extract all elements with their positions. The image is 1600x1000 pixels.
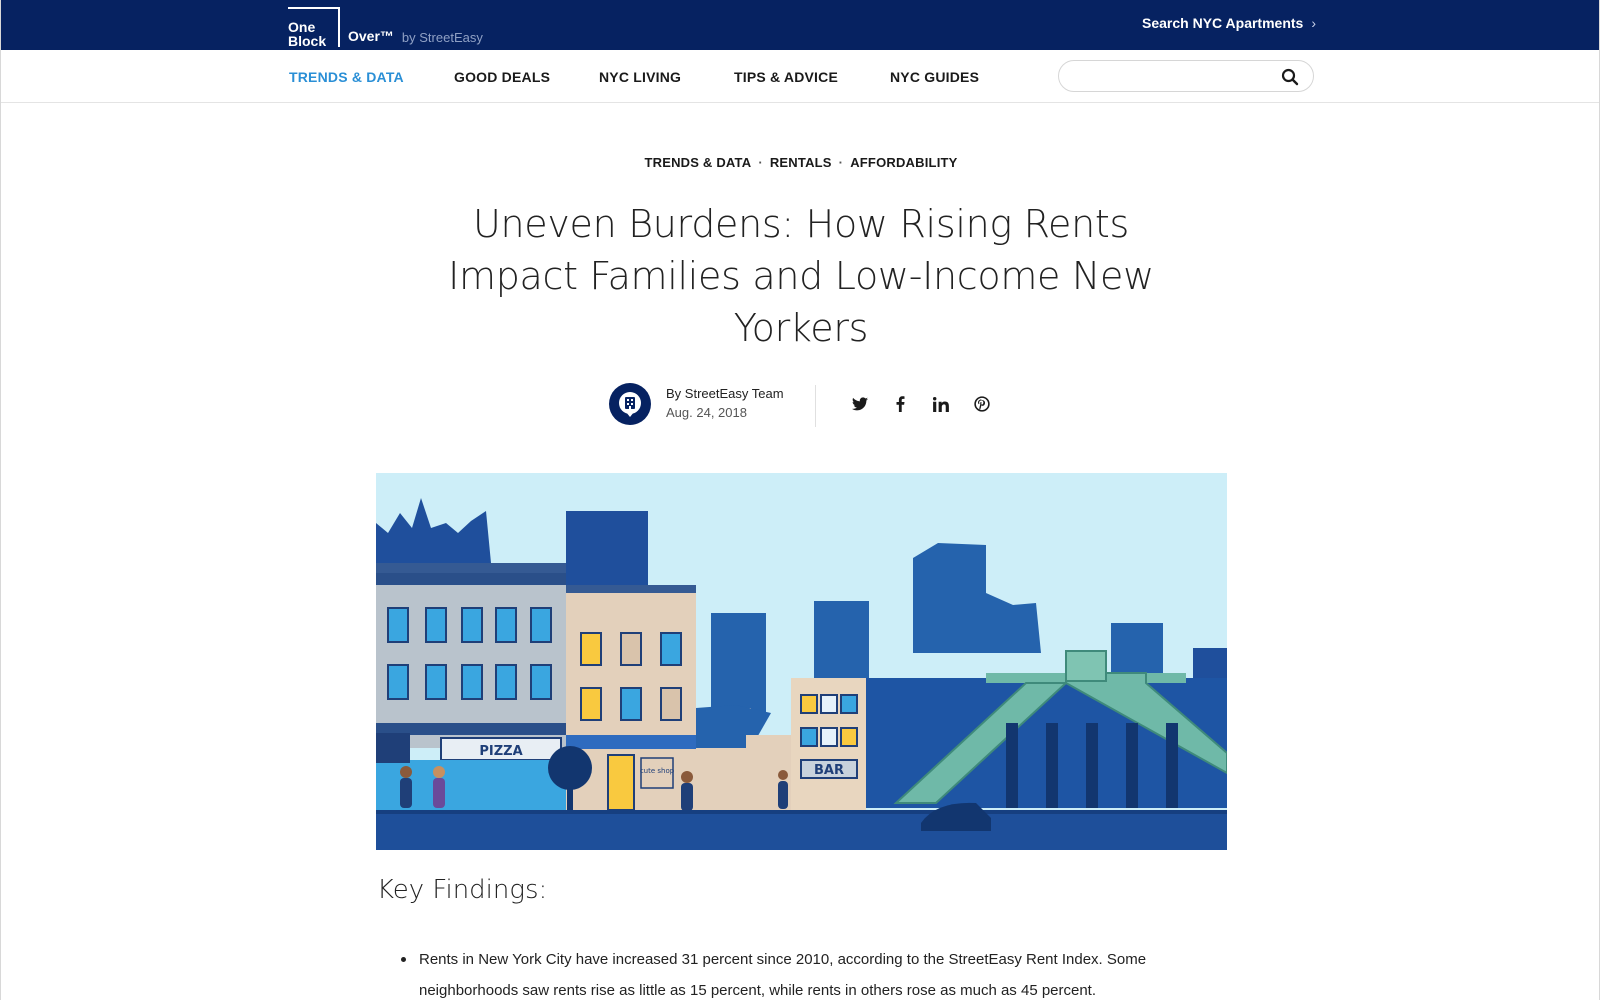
nav-item-good-deals[interactable]: GOOD DEALS (454, 69, 550, 85)
publish-date: Aug. 24, 2018 (666, 405, 747, 420)
byline-divider (815, 385, 816, 427)
pinterest-icon[interactable] (971, 393, 993, 415)
category-affordability[interactable]: AFFORDABILITY (850, 155, 957, 170)
search-icon[interactable] (1281, 68, 1299, 86)
twitter-icon[interactable] (849, 393, 871, 415)
logo-by-streeteasy: by StreetEasy (401, 30, 483, 45)
search-nyc-apartments-link[interactable]: Search NYC Apartments › (1142, 15, 1316, 31)
logo-line1: One (288, 19, 316, 35)
logo-line2: Block (288, 33, 327, 49)
logo-line3: Over™ (348, 28, 394, 44)
bar-sign: BAR (814, 763, 844, 778)
search-nyc-apartments-label: Search NYC Apartments (1142, 15, 1304, 31)
search-box (1058, 60, 1314, 92)
hero-illustration: PIZZA cute shop BAR (376, 473, 1227, 850)
streeteasy-avatar[interactable] (609, 383, 651, 425)
category-separator: · (758, 155, 763, 170)
chevron-right-icon: › (1311, 15, 1316, 31)
pizza-sign: PIZZA (479, 744, 522, 759)
cute-shop-sign: cute shop (640, 767, 675, 775)
logo-mark: One Block (288, 7, 340, 49)
article-byline: By StreetEasy Team Aug. 24, 2018 (609, 383, 1009, 427)
building-icon (619, 392, 641, 417)
top-bar: One Block Over™ by StreetEasy Search NYC… (1, 0, 1599, 50)
one-block-over-logo[interactable]: One Block Over™ by StreetEasy (288, 5, 483, 49)
article-categories: TRENDS & DATA · RENTALS · AFFORDABILITY (1, 155, 1599, 170)
page: One Block Over™ by StreetEasy Search NYC… (0, 0, 1600, 1000)
category-trends-data[interactable]: TRENDS & DATA (644, 155, 751, 170)
key-findings-heading: Key Findings: (377, 875, 548, 905)
article-title: Uneven Burdens: How Rising Rents Impact … (448, 202, 1154, 350)
facebook-icon[interactable] (889, 393, 911, 415)
nav-item-nyc-living[interactable]: NYC LIVING (599, 69, 681, 85)
linkedin-icon[interactable] (930, 393, 952, 415)
search-input[interactable] (1073, 67, 1273, 87)
nav-item-tips-advice[interactable]: TIPS & ADVICE (734, 69, 838, 85)
nav-item-trends-data[interactable]: TRENDS & DATA (289, 69, 404, 85)
category-separator: · (838, 155, 844, 170)
category-rentals[interactable]: RENTALS (770, 155, 832, 170)
findings-list: Rents in New York City have increased 31… (399, 944, 1179, 1000)
city-street-illustration: PIZZA cute shop BAR (376, 473, 1227, 850)
author-name[interactable]: By StreetEasy Team (666, 386, 784, 401)
nav-item-nyc-guides[interactable]: NYC GUIDES (890, 69, 979, 85)
main-nav: TRENDS & DATA GOOD DEALS NYC LIVING TIPS… (1, 50, 1599, 103)
list-item: Rents in New York City have increased 31… (399, 944, 1179, 1000)
